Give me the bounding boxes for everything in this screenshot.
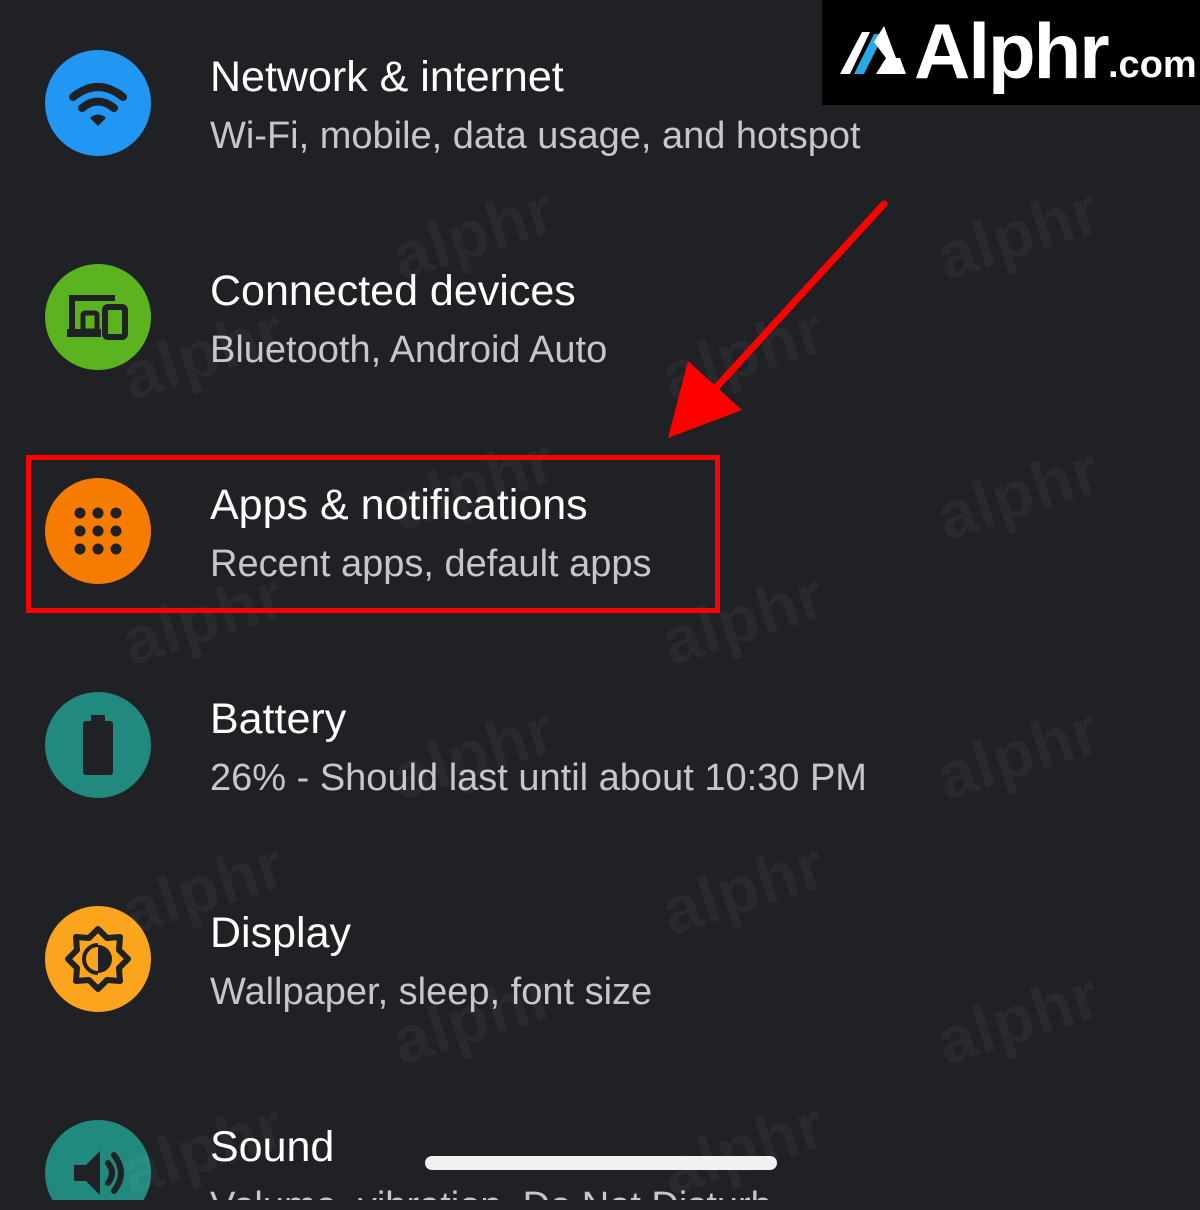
gesture-nav-handle[interactable]	[425, 1156, 777, 1170]
alphr-domain-suffix: .com	[1108, 44, 1197, 86]
alphr-logo: Alphr .com	[822, 0, 1200, 105]
alphr-wordmark: Alphr	[914, 7, 1110, 95]
annotation-arrow	[668, 200, 888, 438]
alphr-logo-icon	[840, 26, 906, 74]
